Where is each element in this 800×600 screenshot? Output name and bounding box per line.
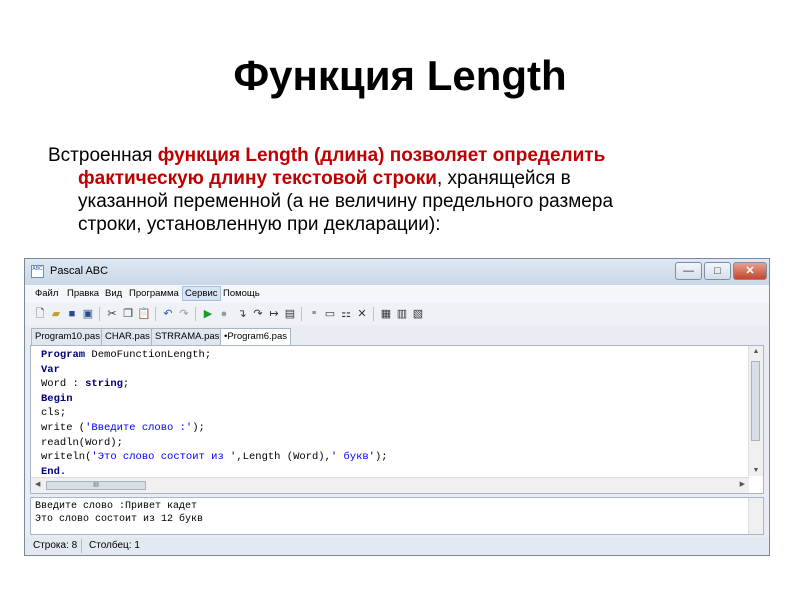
output-text: Введите слово :Привет кадет Это слово со… [35, 500, 203, 526]
status-column: Столбец: 1 [89, 540, 140, 551]
close-icon[interactable]: ✕ [355, 307, 369, 321]
code-text: ; [122, 378, 130, 391]
scroll-right-icon[interactable]: ▶ [740, 480, 745, 488]
window-icon-4[interactable]: ▥ [395, 307, 409, 321]
format-icon[interactable]: ≡ [307, 307, 321, 321]
code-string: ' букв' [330, 451, 375, 464]
run-icon[interactable]: ▶ [201, 307, 215, 321]
menu-help[interactable]: Помощь [223, 288, 260, 299]
title-bar[interactable]: ABC Pascal ABC — □ ✕ [25, 259, 769, 285]
menu-edit[interactable]: Правка [67, 288, 99, 299]
text-line: указанной переменной (а не величину пред… [78, 191, 614, 212]
highlight-text: функция Length (длина) позволяет определ… [157, 145, 606, 166]
app-icon: ABC [31, 265, 44, 278]
editor-vertical-scrollbar[interactable]: ▲ ▼ [748, 346, 763, 476]
output-line: Введите слово :Привет кадет [35, 501, 198, 512]
watch-icon[interactable]: ▤ [283, 307, 297, 321]
status-bar: Строка: 8 Столбец: 1 [25, 537, 769, 555]
undo-icon[interactable]: ↶ [161, 307, 175, 321]
code-text: cls; [41, 407, 67, 420]
slide-description: Встроенная функция Length (длина) позвол… [48, 144, 708, 236]
file-tabs: Program10.pas CHAR.pas STRRAMA.pas •Prog… [25, 325, 769, 345]
text-part: , хранящейся в [436, 168, 571, 189]
code-text: DemoFunctionLength; [85, 349, 212, 361]
code-string: 'Введите слово :' [85, 421, 193, 434]
window-icon-2[interactable]: ⚏ [339, 307, 353, 321]
copy-icon[interactable]: ❐ [121, 307, 135, 321]
window-title: Pascal ABC [50, 265, 109, 277]
code-text: write ( [41, 421, 86, 434]
code-keyword: string [85, 378, 123, 391]
step-into-icon[interactable]: ↴ [235, 307, 249, 321]
output-line: Это слово состоит из 12 букв [35, 514, 204, 525]
status-line: Строка: 8 [33, 540, 78, 551]
menu-service[interactable]: Сервис [182, 286, 221, 301]
highlight-text: фактическую длину текстовой строки [78, 168, 437, 189]
text-part: Встроенная [48, 145, 158, 166]
code-keyword: Program [41, 349, 86, 361]
tab-strrama[interactable]: STRRAMA.pas [151, 328, 224, 345]
code-keyword: Var [41, 363, 60, 376]
menu-file[interactable]: Файл [35, 288, 58, 299]
scroll-left-icon[interactable]: ◀ [35, 480, 40, 488]
window-icon-3[interactable]: ▦ [379, 307, 393, 321]
new-file-icon[interactable]: 🗋 [33, 307, 47, 321]
slide-title: Функция Length [233, 52, 567, 99]
output-scrollbar[interactable] [748, 498, 763, 534]
source-code: Program DemoFunctionLength; Var Word : s… [41, 348, 388, 479]
window-icon-1[interactable]: ▭ [323, 307, 337, 321]
close-button[interactable]: ✕ [733, 262, 767, 280]
code-text: Word : [41, 378, 86, 391]
open-folder-icon[interactable]: ▰ [49, 307, 63, 321]
code-text: writeln( [41, 451, 92, 464]
code-text: ,Length (Word), [236, 451, 331, 464]
maximize-button[interactable]: □ [704, 262, 731, 280]
code-text: ); [192, 421, 205, 434]
cut-icon[interactable]: ✂ [105, 307, 119, 321]
redo-icon[interactable]: ↷ [177, 307, 191, 321]
save-all-icon[interactable]: ▣ [81, 307, 95, 321]
tab-program10[interactable]: Program10.pas [31, 328, 104, 345]
tab-program6[interactable]: •Program6.pas [220, 328, 291, 345]
toolbar: 🗋 ▰ ■ ▣ ✂ ❐ 📋 ↶ ↷ ▶ ● ↴ ↷ ↦ ▤ ≡ ▭ ⚏ ✕ ▦ … [25, 303, 769, 325]
save-icon[interactable]: ■ [65, 307, 79, 321]
editor-horizontal-scrollbar[interactable]: ◀ III ▶ [31, 477, 749, 493]
text-line: строки, установленную при декларации): [78, 214, 441, 235]
code-editor[interactable]: Program DemoFunctionLength; Var Word : s… [30, 345, 764, 494]
menu-bar: Файл Правка Вид Программа Сервис Помощь [25, 285, 769, 303]
code-keyword: Begin [41, 392, 73, 405]
pascal-abc-window: ABC Pascal ABC — □ ✕ Файл Правка Вид Про… [24, 258, 770, 556]
code-string: 'Это слово состоит из ' [91, 451, 237, 464]
run-to-cursor-icon[interactable]: ↦ [267, 307, 281, 321]
scroll-down-icon[interactable]: ▼ [749, 467, 763, 474]
code-keyword: End [41, 465, 60, 478]
code-text: readln(Word); [41, 436, 123, 449]
menu-program[interactable]: Программа [129, 288, 179, 299]
stop-icon[interactable]: ● [217, 307, 231, 321]
tab-char[interactable]: CHAR.pas [101, 328, 154, 345]
minimize-button[interactable]: — [675, 262, 702, 280]
code-text: ); [374, 451, 388, 464]
scroll-up-icon[interactable]: ▲ [749, 348, 763, 355]
output-panel[interactable]: Введите слово :Привет кадет Это слово со… [30, 497, 764, 535]
menu-view[interactable]: Вид [105, 288, 122, 299]
scroll-thumb[interactable]: III [46, 481, 146, 490]
paste-icon[interactable]: 📋 [137, 307, 151, 321]
scroll-thumb[interactable] [751, 361, 760, 441]
step-over-icon[interactable]: ↷ [251, 307, 265, 321]
window-icon-5[interactable]: ▧ [411, 307, 425, 321]
code-text: . [59, 465, 67, 478]
